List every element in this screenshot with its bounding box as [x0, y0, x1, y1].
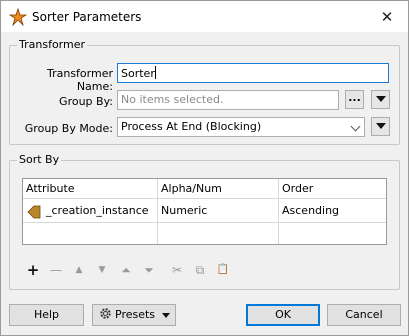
presets-button[interactable]: Presets [92, 304, 176, 326]
transformer-name-input[interactable]: Sorter [117, 63, 389, 83]
fme-app-icon [9, 8, 27, 26]
column-header-alpha-num[interactable]: Alpha/Num [158, 179, 278, 199]
help-button[interactable]: Help [9, 304, 84, 326]
transformer-name-label: Transformer Name: [46, 67, 113, 93]
group-by-mode-label: Group By Mode: [24, 122, 113, 135]
sort-by-section-label: Sort By [17, 153, 62, 166]
ok-button[interactable]: OK [246, 304, 320, 326]
cut-icon[interactable]: ✂ [169, 262, 185, 278]
column-header-attribute[interactable]: Attribute [23, 179, 157, 199]
move-up-icon[interactable]: ▲ [71, 262, 87, 278]
column-header-order[interactable]: Order [279, 179, 386, 199]
table-row-attribute[interactable]: _creation_instance [23, 200, 157, 223]
remove-row-icon[interactable]: — [48, 262, 64, 278]
group-by-label: Group By: [59, 95, 113, 108]
group-by-input[interactable]: No items selected. [117, 90, 339, 110]
paste-icon[interactable]: 📋 [215, 262, 231, 278]
browse-ellipsis: ... [348, 91, 361, 104]
close-button[interactable]: ✕ [378, 8, 396, 26]
chevron-down-icon [350, 121, 361, 132]
title-bar: Sorter Parameters ✕ [1, 1, 408, 32]
copy-icon[interactable]: ⧉ [192, 262, 208, 278]
group-by-browse-button[interactable]: ... [345, 90, 364, 109]
table-row-alpha-num[interactable]: Numeric [158, 200, 278, 223]
triangle-down-icon [161, 312, 170, 318]
group-by-mode-menu-button[interactable] [371, 117, 390, 136]
group-by-mode-value: Process At End (Blocking) [121, 120, 262, 133]
transformer-section-label: Transformer [17, 38, 88, 51]
add-row-icon[interactable]: + [25, 262, 41, 278]
window-title: Sorter Parameters [32, 10, 142, 24]
gear-icon [100, 308, 111, 319]
sort-table: Attribute Alpha/Num Order _creation_inst… [22, 178, 387, 245]
presets-label: Presets [115, 308, 156, 321]
dialog-window: Sorter Parameters ✕ Transformer Transfor… [0, 0, 409, 336]
transformer-name-value: Sorter [121, 67, 155, 80]
triangle-down-icon [375, 96, 386, 102]
move-top-icon[interactable]: ⏶ [118, 262, 134, 278]
group-by-menu-button[interactable] [371, 90, 390, 109]
text-caret [154, 66, 156, 79]
table-row-order[interactable]: Ascending [279, 200, 386, 223]
group-by-mode-select[interactable]: Process At End (Blocking) [117, 117, 365, 137]
cancel-button[interactable]: Cancel [327, 304, 401, 326]
move-down-icon[interactable]: ▼ [94, 262, 110, 278]
move-bottom-icon[interactable]: ⏷ [141, 262, 157, 278]
close-icon: ✕ [380, 8, 394, 26]
triangle-down-icon [375, 123, 386, 129]
group-by-placeholder: No items selected. [121, 93, 224, 106]
